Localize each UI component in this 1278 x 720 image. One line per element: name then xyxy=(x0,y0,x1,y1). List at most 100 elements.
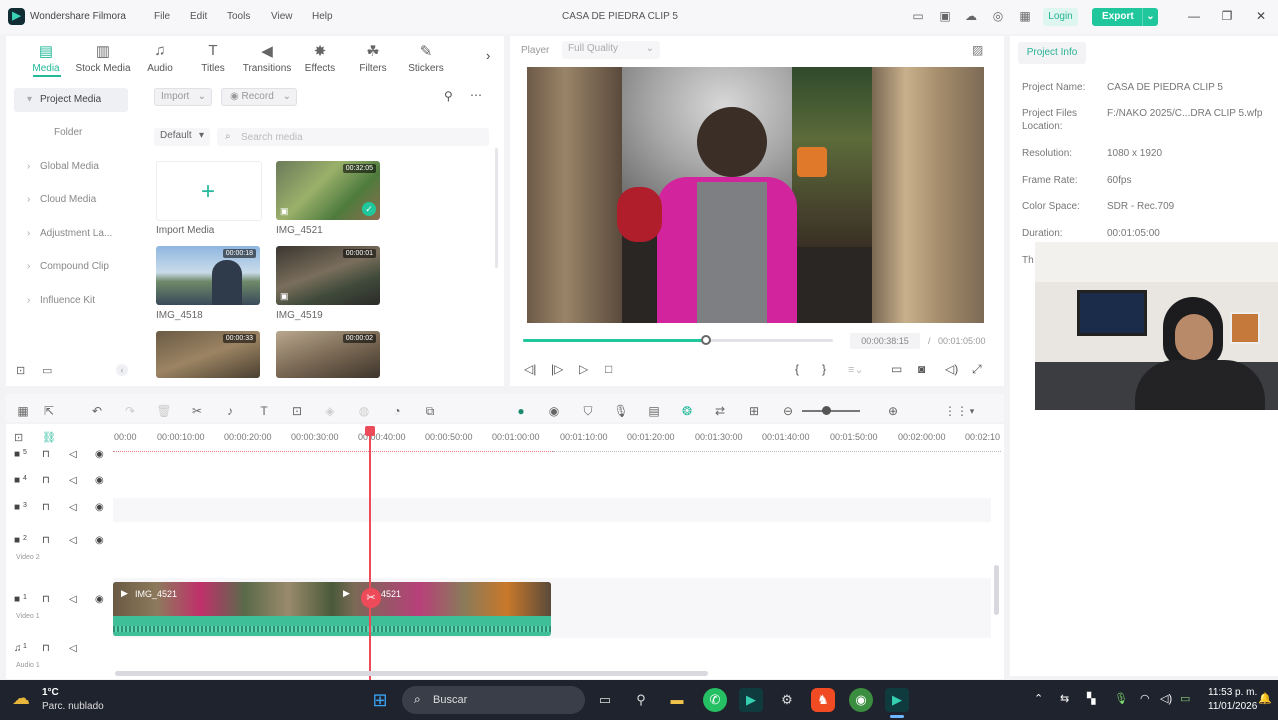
sidebar-item-compound-clip[interactable]: › Compound Clip xyxy=(14,255,128,279)
mask-icon[interactable]: ◈ xyxy=(322,403,338,419)
mark-out-icon[interactable]: } xyxy=(822,362,826,376)
sidebar-item-cloud-media[interactable]: › Cloud Media xyxy=(14,188,128,212)
export-button[interactable]: Export ⌄ xyxy=(1092,8,1158,26)
brave-icon[interactable]: ♞ xyxy=(811,688,835,712)
import-button[interactable]: Import ⌄ xyxy=(154,88,212,106)
lock-icon[interactable]: ⊓ xyxy=(42,475,50,486)
quality-dropdown[interactable]: Full Quality ⌄ xyxy=(562,41,660,59)
windows-start-icon[interactable]: ⊞ xyxy=(368,688,392,712)
volume-icon[interactable]: ◁ xyxy=(69,475,77,486)
menu-tools[interactable]: Tools xyxy=(227,11,250,22)
play-back-icon[interactable]: |▷ xyxy=(551,362,563,376)
zoom-in-icon[interactable]: ⊕ xyxy=(885,403,901,419)
chevron-right-icon[interactable]: › xyxy=(486,48,490,63)
filmora-active-icon[interactable]: ▶ xyxy=(885,688,909,712)
stop-icon[interactable]: □ xyxy=(605,362,612,376)
close-icon[interactable]: ✕ xyxy=(1254,9,1268,23)
collapse-icon[interactable]: ‹ xyxy=(116,364,128,376)
cloud-icon[interactable]: ☁ xyxy=(964,9,978,23)
eye-icon[interactable]: ◉ xyxy=(95,594,104,605)
render-icon[interactable]: ● xyxy=(513,403,529,419)
video-preview[interactable] xyxy=(527,67,984,323)
shield-icon[interactable]: ⛉ xyxy=(580,403,596,419)
filmora-taskbar-icon[interactable]: ▶ xyxy=(739,688,763,712)
volume-icon[interactable]: ◁ xyxy=(69,594,77,605)
sort-dropdown[interactable]: Default ▾ xyxy=(154,128,210,146)
eye-icon[interactable]: ◉ xyxy=(95,449,104,460)
text-icon[interactable]: T xyxy=(256,403,272,419)
volume-icon[interactable]: ◁ xyxy=(69,449,77,460)
snapshot-icon[interactable]: ▨ xyxy=(972,43,983,57)
display-icon[interactable]: ▭ xyxy=(891,362,902,376)
copilot-icon[interactable]: ⚲ xyxy=(629,688,653,712)
grid-view-icon[interactable]: ⋮⋮ xyxy=(944,403,968,419)
voiceover-icon[interactable]: ▤ xyxy=(646,403,662,419)
taskbar-date[interactable]: 11/01/2026 xyxy=(1208,701,1257,712)
playback-progress-track[interactable] xyxy=(523,339,833,342)
media-thumbnail[interactable]: 00:00:33 xyxy=(156,331,260,378)
undo-icon[interactable]: ↶ xyxy=(89,403,105,419)
redo-icon[interactable]: ↷ xyxy=(122,403,138,419)
folder-icon[interactable]: ▭ xyxy=(42,364,52,377)
sidebar-item-adjustment-layer[interactable]: › Adjustment La... xyxy=(14,222,128,246)
sidebar-item-influence-kit[interactable]: › Influence Kit xyxy=(14,289,128,313)
tab-stickers[interactable]: Stickers xyxy=(391,63,461,74)
chevron-down-icon[interactable]: ▾ xyxy=(964,403,980,419)
sidebar-item-project-media[interactable]: ▾ Project Media xyxy=(14,88,128,112)
maximize-icon[interactable]: ❐ xyxy=(1220,9,1234,23)
snap-icon[interactable]: ⊞ xyxy=(746,403,762,419)
group-icon[interactable]: ⧉ xyxy=(422,403,438,419)
media-thumbnail[interactable]: 00:00:01 ▣ xyxy=(276,246,380,305)
timeline-vertical-scrollbar[interactable] xyxy=(994,565,999,615)
layout-grid-icon[interactable]: ▦ xyxy=(15,403,31,419)
link-icon[interactable]: ⛓ xyxy=(42,431,56,444)
eye-icon[interactable]: ◉ xyxy=(95,475,104,486)
chrome-icon[interactable]: ◉ xyxy=(849,688,873,712)
import-media-tile[interactable]: + xyxy=(156,161,262,221)
taskbar-time[interactable]: 11:53 p. m. xyxy=(1208,687,1257,698)
media-thumbnail[interactable]: 00:32:05 ✓ ▣ xyxy=(276,161,380,220)
volume-icon[interactable]: ◁ xyxy=(69,535,77,546)
add-track-icon[interactable]: ⊡ xyxy=(14,431,23,444)
menu-file[interactable]: File xyxy=(154,11,170,22)
sidebar-item-folder[interactable]: Folder xyxy=(14,121,128,145)
track-lane-3[interactable] xyxy=(113,498,991,522)
settings-icon[interactable]: ⚙ xyxy=(775,688,799,712)
zoom-slider-handle[interactable] xyxy=(822,406,831,415)
taskbar-search[interactable]: ⌕ Buscar xyxy=(402,686,585,714)
microphone-icon[interactable]: 🎙 xyxy=(1114,692,1128,705)
auto-play-icon[interactable]: ◉ xyxy=(546,403,562,419)
speed-icon[interactable]: ◔ xyxy=(389,403,405,419)
weather-icon[interactable]: ☁ xyxy=(12,688,30,709)
sidebar-item-global-media[interactable]: › Global Media xyxy=(14,155,128,179)
volume-icon[interactable]: ◁ xyxy=(69,643,77,654)
file-explorer-icon[interactable]: ▬ xyxy=(665,688,689,712)
menu-edit[interactable]: Edit xyxy=(190,11,207,22)
search-input[interactable]: ⌕ Search media xyxy=(217,128,489,146)
replace-icon[interactable]: ⇄ xyxy=(712,403,728,419)
split-icon[interactable]: ✂ xyxy=(189,403,205,419)
battery-icon[interactable]: ▭ xyxy=(1180,692,1190,705)
color-icon[interactable]: ◍ xyxy=(356,403,372,419)
volume-icon[interactable]: ◁) xyxy=(1160,692,1172,705)
playhead[interactable] xyxy=(369,428,371,680)
previous-frame-icon[interactable]: ◁| xyxy=(524,362,536,376)
notification-icon[interactable]: 🔔 xyxy=(1258,692,1272,705)
zoom-out-icon[interactable]: ⊖ xyxy=(780,403,796,419)
volume-icon[interactable]: ◁) xyxy=(945,362,958,376)
eye-icon[interactable]: ◉ xyxy=(95,502,104,513)
whatsapp-icon[interactable]: ✆ xyxy=(703,688,727,712)
video-clip[interactable]: ▶ IMG_4521 ▶ 4521 xyxy=(113,582,551,636)
playhead-handle[interactable] xyxy=(365,426,375,436)
new-folder-icon[interactable]: ⊡ xyxy=(16,364,25,377)
media-thumbnail[interactable]: 00:00:02 xyxy=(276,331,380,378)
lock-icon[interactable]: ⊓ xyxy=(42,535,50,546)
current-time[interactable]: 00:00:38:15 xyxy=(850,333,920,349)
zoom-slider[interactable] xyxy=(802,410,860,412)
media-scrollbar[interactable] xyxy=(495,148,498,268)
delete-icon[interactable]: 🗑 xyxy=(156,403,172,419)
select-tool-icon[interactable]: ⇱ xyxy=(41,403,57,419)
lock-icon[interactable]: ⊓ xyxy=(42,594,50,605)
lock-icon[interactable]: ⊓ xyxy=(42,449,50,460)
playback-scrubber-handle[interactable] xyxy=(700,335,711,345)
